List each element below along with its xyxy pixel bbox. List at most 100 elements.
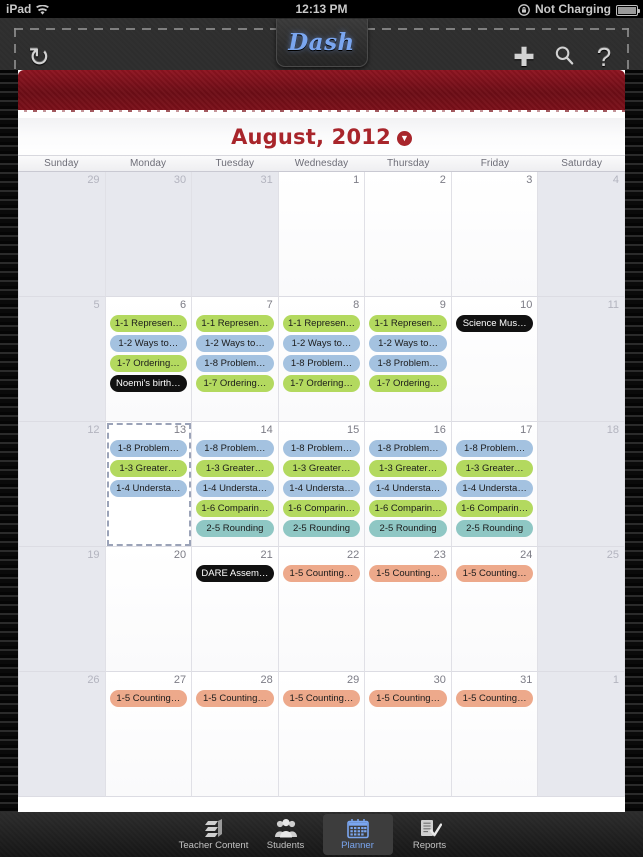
event-pill[interactable]: 2-5 Rounding (282, 520, 361, 537)
binding-strip-right (625, 70, 643, 812)
day-cell[interactable]: 7 1-1 Represen… 1-2 Ways to… 1-8 Problem… 1-… (192, 297, 279, 422)
event-pill[interactable]: 1-8 Problem… (455, 440, 534, 457)
tab-teacher-content[interactable]: Teacher Content (179, 814, 249, 855)
event-pill[interactable]: 1-8 Problem… (369, 440, 447, 457)
event-pill[interactable]: 1-7 Ordering… (282, 375, 361, 392)
add-button[interactable]: ✚ (507, 40, 541, 74)
event-pill[interactable]: 1-6 Comparin… (455, 500, 534, 517)
event-pill[interactable]: 1-4 Understa… (282, 480, 361, 497)
event-pill[interactable]: 1-2 Ways to… (369, 335, 447, 352)
day-cell[interactable]: 19 (19, 547, 106, 672)
day-cell[interactable]: 18 (538, 422, 625, 547)
day-cell[interactable]: 28 1-5 Counting… (192, 672, 279, 797)
event-pill[interactable]: 1-2 Ways to… (109, 335, 188, 352)
event-pill[interactable]: 1-7 Ordering… (196, 375, 274, 392)
event-pill[interactable]: 2-5 Rounding (369, 520, 447, 537)
day-cell[interactable]: 9 1-1 Represen… 1-2 Ways to… 1-8 Problem… 1-… (365, 297, 452, 422)
day-cell[interactable]: 8 1-1 Represen… 1-2 Ways to… 1-8 Problem… 1-… (278, 297, 366, 422)
search-button[interactable] (547, 40, 581, 74)
event-pill[interactable]: 2-5 Rounding (196, 520, 274, 537)
day-cell[interactable]: 2 (365, 172, 452, 297)
event-pill[interactable]: 1-1 Represen… (109, 315, 188, 332)
day-cell[interactable]: 17 1-8 Problem… 1-3 Greater… 1-4 Understa… 1… (451, 422, 539, 547)
event-pill[interactable]: 1-6 Comparin… (282, 500, 361, 517)
event-pill[interactable]: 1-5 Counting… (196, 690, 274, 707)
day-cell[interactable]: 4 (538, 172, 625, 297)
day-cell[interactable]: 6 1-1 Represen… 1-2 Ways to… 1-7 Ordering… N… (105, 297, 193, 422)
event-pill[interactable]: 1-4 Understa… (455, 480, 534, 497)
tab-students[interactable]: Students (251, 814, 321, 855)
event-pill[interactable]: 1-4 Understa… (369, 480, 447, 497)
day-events: 1-8 Problem… 1-3 Greater… 1-4 Understa… 1-6… (192, 438, 278, 537)
day-events: Science Mus… (452, 313, 538, 332)
event-pill[interactable]: 1-7 Ordering… (369, 375, 447, 392)
event-pill[interactable]: 1-8 Problem… (282, 440, 361, 457)
event-pill[interactable]: 1-1 Represen… (196, 315, 274, 332)
day-cell[interactable]: 1 (538, 672, 625, 797)
day-cell[interactable]: 14 1-8 Problem… 1-3 Greater… 1-4 Understa… 1… (192, 422, 279, 547)
event-pill[interactable]: 1-5 Counting… (282, 690, 361, 707)
day-cell[interactable]: 25 (538, 547, 625, 672)
day-cell[interactable]: 30 1-5 Counting… (365, 672, 452, 797)
day-cell[interactable]: 16 1-8 Problem… 1-3 Greater… 1-4 Understa… 1… (365, 422, 452, 547)
calendar-page: August, 2012 ▼ Sunday Monday Tuesday Wednes… (18, 70, 625, 812)
event-pill[interactable]: 1-3 Greater… (369, 460, 447, 477)
day-cell[interactable]: 23 1-5 Counting… (365, 547, 452, 672)
day-cell[interactable]: 1 (278, 172, 366, 297)
event-pill[interactable]: 1-8 Problem… (196, 440, 274, 457)
event-pill[interactable]: 1-5 Counting… (455, 565, 534, 582)
event-pill[interactable]: 1-6 Comparin… (369, 500, 447, 517)
day-cell[interactable]: 31 (192, 172, 279, 297)
event-pill[interactable]: 2-5 Rounding (455, 520, 534, 537)
month-selector[interactable]: August, 2012 ▼ (18, 118, 625, 155)
refresh-button[interactable]: ↻ (22, 40, 56, 74)
event-pill[interactable]: 1-3 Greater… (109, 460, 188, 477)
day-cell[interactable]: 30 (105, 172, 193, 297)
day-events: 1-8 Problem… 1-3 Greater… 1-4 Understa… 1-6… (452, 438, 538, 537)
event-pill[interactable]: Science Mus… (455, 315, 534, 332)
event-pill[interactable]: 1-8 Problem… (282, 355, 361, 372)
event-pill[interactable]: Noemi's birth… (109, 375, 188, 392)
event-pill[interactable]: 1-1 Represen… (369, 315, 447, 332)
day-cell[interactable]: 12 (19, 422, 106, 547)
event-pill[interactable]: 1-4 Understa… (109, 480, 188, 497)
app-title-tab[interactable]: Dash (275, 19, 368, 67)
day-cell[interactable]: 22 1-5 Counting… (278, 547, 366, 672)
event-pill[interactable]: 1-5 Counting… (109, 690, 188, 707)
event-pill[interactable]: 1-5 Counting… (369, 690, 447, 707)
event-pill[interactable]: 1-8 Problem… (369, 355, 447, 372)
event-pill[interactable]: DARE Assem… (196, 565, 274, 582)
event-pill[interactable]: 1-1 Represen… (282, 315, 361, 332)
tab-reports[interactable]: Reports (395, 814, 465, 855)
event-pill[interactable]: 1-5 Counting… (369, 565, 447, 582)
event-pill[interactable]: 1-2 Ways to… (282, 335, 361, 352)
event-pill[interactable]: 1-5 Counting… (455, 690, 534, 707)
day-cell[interactable]: 20 (105, 547, 193, 672)
day-cell[interactable]: 10 Science Mus… (451, 297, 539, 422)
day-cell[interactable]: 29 (19, 172, 106, 297)
event-pill[interactable]: 1-3 Greater… (282, 460, 361, 477)
event-pill[interactable]: 1-7 Ordering… (109, 355, 188, 372)
day-cell[interactable]: 21 DARE Assem… (192, 547, 279, 672)
tab-planner[interactable]: Planner (322, 814, 393, 855)
event-pill[interactable]: 1-4 Understa… (196, 480, 274, 497)
event-pill[interactable]: 1-8 Problem… (196, 355, 274, 372)
day-cell[interactable]: 27 1-5 Counting… (105, 672, 193, 797)
day-cell[interactable]: 11 (538, 297, 625, 422)
day-cell[interactable]: 24 1-5 Counting… (451, 547, 539, 672)
day-cell[interactable]: 31 1-5 Counting… (451, 672, 539, 797)
event-pill[interactable]: 1-3 Greater… (196, 460, 274, 477)
event-pill[interactable]: 1-8 Problem… (109, 440, 188, 457)
day-cell[interactable]: 13 1-8 Problem… 1-3 Greater… 1-4 Understa… (105, 422, 193, 547)
day-cell[interactable]: 29 1-5 Counting… (278, 672, 366, 797)
event-pill[interactable]: 1-6 Comparin… (196, 500, 274, 517)
event-pill[interactable]: 1-5 Counting… (282, 565, 361, 582)
day-cell[interactable]: 3 (451, 172, 539, 297)
event-pill[interactable]: 1-2 Ways to… (196, 335, 274, 352)
day-cell[interactable]: 15 1-8 Problem… 1-3 Greater… 1-4 Understa… 1… (278, 422, 366, 547)
day-cell[interactable]: 26 (19, 672, 106, 797)
event-pill[interactable]: 1-3 Greater… (455, 460, 534, 477)
help-button[interactable]: ? (587, 40, 621, 74)
question-mark-icon: ? (596, 42, 612, 72)
day-cell[interactable]: 5 (19, 297, 106, 422)
